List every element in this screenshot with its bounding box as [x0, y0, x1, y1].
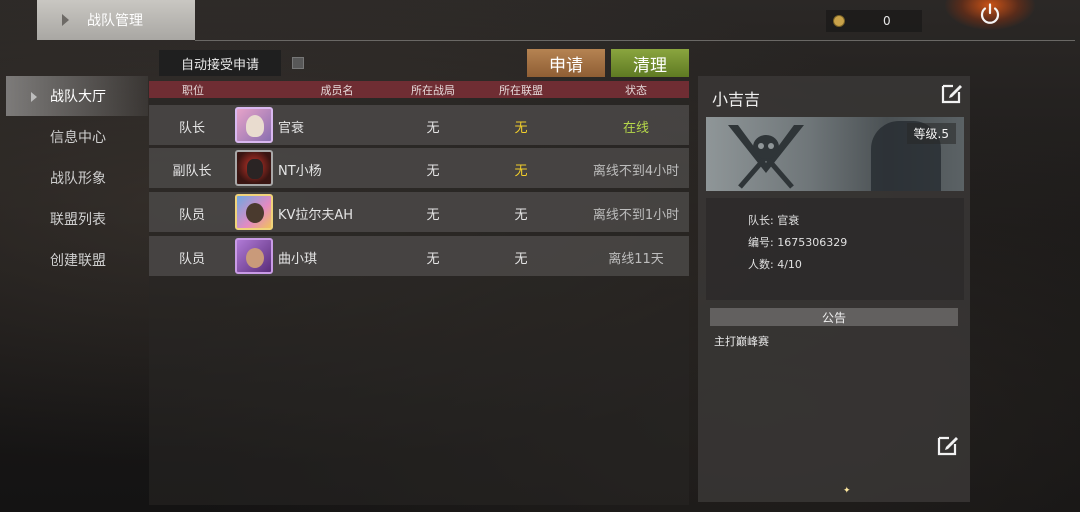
power-icon[interactable] [978, 2, 1002, 26]
member-battle: 无 [426, 208, 440, 223]
apply-button[interactable]: 申请 [527, 49, 605, 77]
member-avatar[interactable] [235, 194, 273, 230]
sidebar-item-team-image[interactable]: 战队形象 [6, 157, 148, 198]
member-battle: 无 [426, 164, 440, 179]
team-leader: 队长: 官衰 [748, 214, 800, 227]
member-avatar[interactable] [235, 238, 273, 274]
member-avatar[interactable] [235, 107, 273, 143]
sparkle-icon: ✦ [843, 486, 851, 496]
team-id: 编号: 1675306329 [748, 236, 848, 249]
auto-accept-label: 自动接受申请 [159, 50, 281, 76]
member-status: 离线不到1小时 [592, 208, 680, 223]
sidebar-item-label: 战队形象 [50, 170, 106, 187]
table-row[interactable]: 队员 KV拉尔夫AH 无 无 离线不到1小时 [149, 192, 689, 232]
member-name: 官衰 [278, 121, 305, 136]
member-battle: 无 [426, 252, 440, 267]
member-position: 队员 [178, 252, 205, 267]
member-avatar[interactable] [235, 150, 273, 186]
team-name: 小吉吉 [712, 90, 761, 109]
notice-text: 主打巅峰赛 [714, 335, 769, 348]
member-position: 队员 [178, 208, 205, 223]
page-title-tab[interactable]: 战队管理 [37, 0, 195, 40]
sidebar-item-info-center[interactable]: 信息中心 [6, 116, 148, 157]
team-info-panel: 小吉吉 等级.5 队长: 官衰 编号: 1675306329 人数: 4/10 … [698, 76, 970, 502]
notice-title: 公告 [710, 308, 958, 326]
header-status: 状态 [625, 84, 647, 97]
sidebar-item-team-hall[interactable]: 战队大厅 [6, 76, 148, 116]
table-row[interactable]: 队员 曲小琪 无 无 离线11天 [149, 236, 689, 276]
sidebar-item-create-alliance[interactable]: 创建联盟 [6, 239, 148, 280]
member-name: KV拉尔夫AH [278, 208, 354, 223]
sidebar-item-alliance-list[interactable]: 联盟列表 [6, 198, 148, 239]
member-alliance: 无 [514, 208, 528, 223]
team-details: 队长: 官衰 编号: 1675306329 人数: 4/10 [706, 198, 964, 300]
member-battle: 无 [426, 121, 440, 136]
skull-emblem-icon [728, 125, 804, 189]
sidebar: 战队大厅 信息中心 战队形象 联盟列表 创建联盟 [6, 76, 148, 280]
clear-button[interactable]: 清理 [611, 49, 689, 77]
member-table: 职位 成员名 所在战局 所在联盟 状态 队长 官衰 无 无 在线 副队长 NT小… [149, 81, 689, 505]
coin-icon [833, 15, 845, 27]
header-battle: 所在战局 [411, 84, 455, 97]
header-position: 职位 [182, 84, 204, 97]
currency-value: 0 [883, 14, 891, 28]
header-alliance: 所在联盟 [499, 84, 543, 97]
table-header: 职位 成员名 所在战局 所在联盟 状态 [149, 81, 689, 98]
member-alliance: 无 [514, 121, 528, 136]
top-bar: 战队管理 0 [0, 0, 1080, 42]
table-row[interactable]: 队长 官衰 无 无 在线 [149, 105, 689, 145]
title-arrow-icon [62, 14, 69, 26]
member-alliance: 无 [514, 164, 528, 179]
member-name: 曲小琪 [278, 252, 318, 267]
edit-name-icon[interactable] [940, 81, 964, 105]
team-emblem-banner: 等级.5 [706, 117, 964, 191]
sidebar-item-label: 创建联盟 [50, 252, 106, 269]
currency-display: 0 [826, 10, 922, 32]
team-member-count: 人数: 4/10 [748, 258, 802, 271]
member-name: NT小杨 [278, 164, 322, 179]
member-status: 离线11天 [608, 252, 664, 267]
sidebar-item-label: 联盟列表 [50, 211, 106, 228]
team-level: 等级.5 [906, 123, 956, 144]
sidebar-item-label: 战队大厅 [50, 89, 106, 105]
member-status: 离线不到4小时 [592, 164, 680, 179]
member-status: 在线 [622, 121, 649, 136]
member-position: 队长 [178, 121, 205, 136]
page-title: 战队管理 [87, 13, 143, 29]
table-row[interactable]: 副队长 NT小杨 无 无 离线不到4小时 [149, 148, 689, 188]
member-position: 副队长 [172, 164, 212, 179]
active-arrow-icon [31, 92, 37, 102]
edit-notice-icon[interactable] [936, 433, 960, 457]
header-divider [195, 40, 1075, 41]
auto-accept-checkbox[interactable] [292, 57, 304, 69]
member-alliance: 无 [514, 252, 528, 267]
sidebar-item-label: 信息中心 [50, 129, 106, 146]
